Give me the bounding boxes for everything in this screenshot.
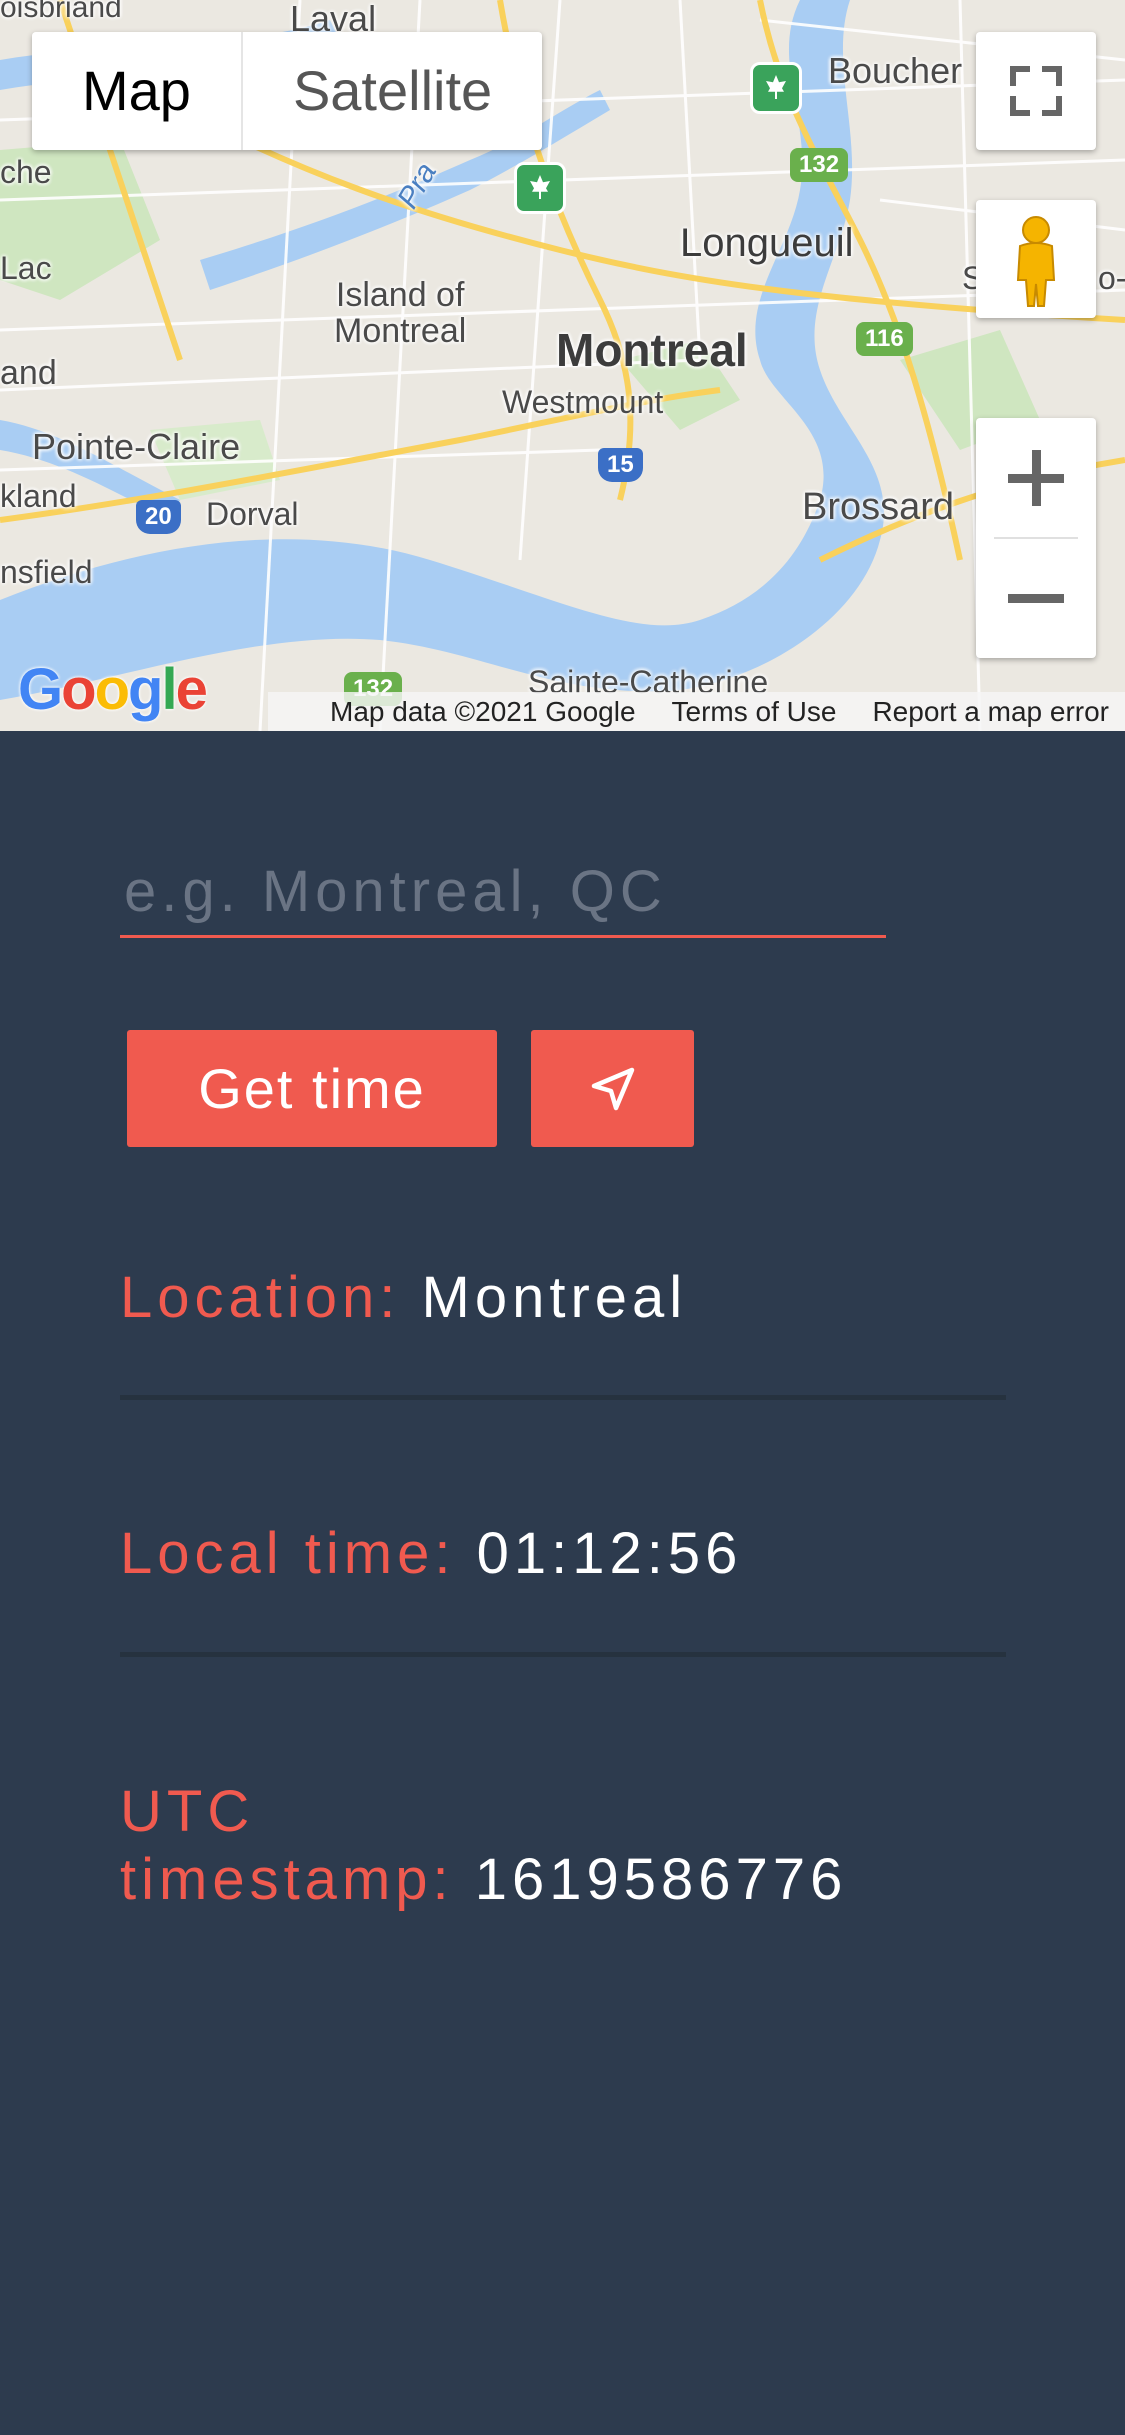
- route-shield-116: 116: [856, 322, 913, 356]
- tab-map[interactable]: Map: [32, 32, 243, 150]
- divider: [120, 1652, 1006, 1657]
- minus-icon: [1008, 594, 1064, 603]
- map-label-che: che: [0, 154, 52, 190]
- location-label: Location:: [120, 1265, 401, 1330]
- route-shield-20: 20: [136, 500, 181, 534]
- street-view-button[interactable]: [976, 200, 1096, 318]
- map-label-island-of-montreal: Island of Montreal: [334, 276, 467, 350]
- map-label-kland: kland: [0, 478, 77, 514]
- utc-timestamp-value: 1619586776: [474, 1846, 848, 1912]
- map-label-right-edge-2: o-c: [1098, 260, 1125, 296]
- location-value: Montreal: [421, 1265, 688, 1330]
- map-label-brossard: Brossard: [802, 486, 955, 528]
- map-data-credit: Map data ©2021 Google: [330, 695, 636, 727]
- use-my-location-button[interactable]: [531, 1030, 694, 1147]
- get-time-button[interactable]: Get time: [127, 1030, 497, 1147]
- map-attribution: Map data ©2021 Google Terms of Use Repor…: [268, 692, 1125, 731]
- route-shield-132: 132: [790, 148, 849, 182]
- utc-timestamp-row: UTC timestamp: 1619586776: [120, 1778, 847, 1914]
- map-label-longueuil: Longueuil: [680, 221, 854, 265]
- map-label-boucherville: Boucher: [828, 50, 963, 91]
- map-label-dorval: Dorval: [206, 496, 299, 532]
- local-time-value: 01:12:56: [476, 1521, 743, 1586]
- map-label-and: and: [0, 354, 57, 392]
- local-time-row: Local time: 01:12:56: [120, 1520, 742, 1588]
- location-search-input[interactable]: [120, 848, 886, 938]
- pegman-icon: [1016, 216, 1056, 307]
- map-label-westmount: Westmount: [502, 384, 664, 420]
- google-logo[interactable]: Google: [18, 656, 208, 723]
- plus-icon: [1008, 450, 1064, 506]
- map-type-control: Map Satellite: [32, 32, 543, 150]
- map-label-pointe-claire: Pointe-Claire: [32, 426, 241, 467]
- tab-satellite[interactable]: Satellite: [242, 32, 543, 150]
- map-label-montreal: Montreal: [556, 324, 748, 376]
- fullscreen-button[interactable]: [976, 32, 1096, 150]
- utc-label-line2: timestamp:: [120, 1846, 454, 1912]
- zoom-out-button[interactable]: [976, 538, 1096, 658]
- map-label-boisbriand: oisbriand: [0, 0, 122, 24]
- route-shield-15: 15: [598, 448, 643, 482]
- park-marker-icon[interactable]: [514, 162, 566, 214]
- zoom-control: [976, 418, 1096, 658]
- divider: [120, 1395, 1006, 1400]
- park-marker-icon[interactable]: [750, 62, 802, 114]
- zoom-in-button[interactable]: [976, 418, 1096, 538]
- map-label-lac: Lac: [0, 250, 52, 286]
- map-label-nsfield: nsfield: [0, 554, 93, 590]
- map-view[interactable]: oisbriand Laval Boucher che Lac Longueui…: [0, 0, 1125, 731]
- report-map-error-link[interactable]: Report a map error: [872, 696, 1109, 728]
- terms-of-use-link[interactable]: Terms of Use: [672, 696, 837, 728]
- navigation-arrow-icon: [591, 1067, 634, 1110]
- location-row: Location: Montreal: [120, 1264, 687, 1332]
- local-time-label: Local time:: [120, 1521, 456, 1586]
- utc-label-line1: UTC: [120, 1779, 255, 1844]
